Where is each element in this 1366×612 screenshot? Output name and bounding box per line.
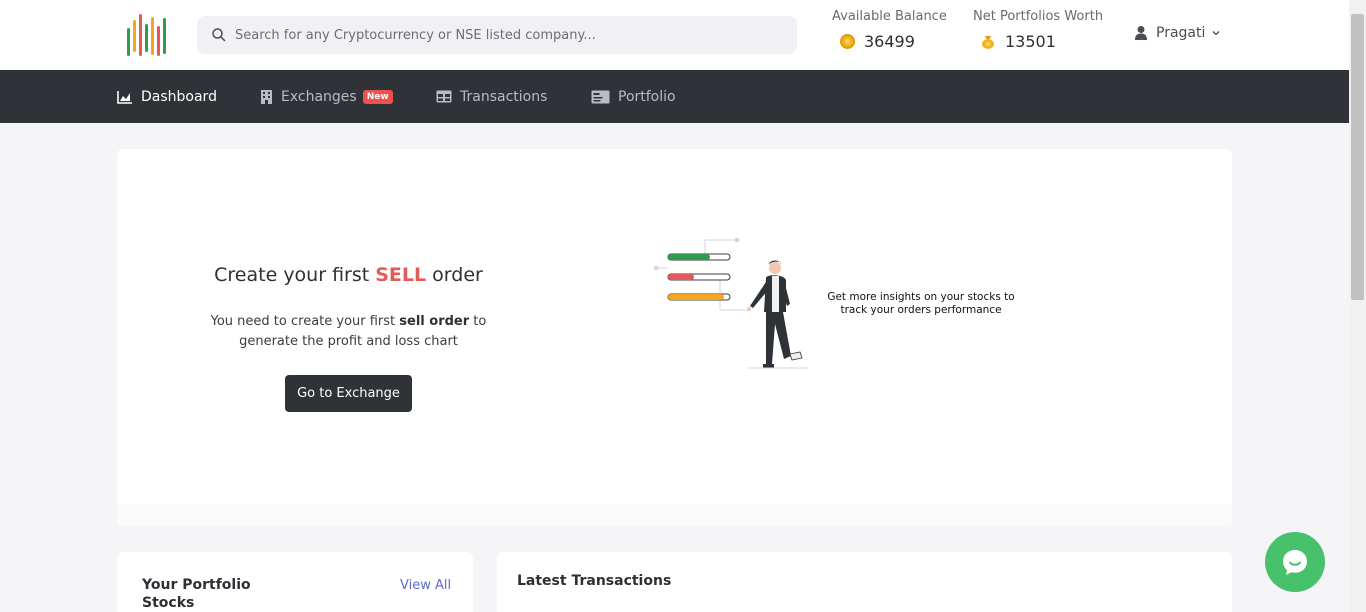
- nav-transactions[interactable]: Transactions: [436, 70, 547, 123]
- latest-transactions-card: Latest Transactions: [497, 552, 1232, 612]
- main-nav: Dashboard Exchanges New Transactions Por…: [0, 70, 1349, 123]
- insights-illustration: [653, 237, 808, 369]
- go-to-exchange-button[interactable]: Go to Exchange: [285, 375, 412, 412]
- user-menu[interactable]: Pragati: [1134, 25, 1221, 41]
- nav-dashboard-label: Dashboard: [141, 88, 217, 105]
- latest-transactions-title: Latest Transactions: [517, 573, 672, 589]
- table-icon: [436, 90, 452, 103]
- nav-portfolio[interactable]: Portfolio: [591, 70, 676, 123]
- insight-text: Get more insights on your stocks to trac…: [827, 291, 1015, 316]
- cta-text-prefix: You need to create your first: [210, 314, 400, 329]
- app-logo[interactable]: [126, 12, 172, 58]
- coin-icon: [840, 34, 855, 49]
- building-icon: [261, 90, 272, 104]
- available-balance: Available Balance 36499: [832, 9, 947, 51]
- user-icon: [1135, 26, 1147, 40]
- chat-button[interactable]: [1265, 532, 1325, 592]
- available-balance-label: Available Balance: [832, 9, 947, 24]
- chart-icon: [117, 90, 132, 104]
- cta-title-prefix: Create your first: [214, 264, 376, 286]
- cta-description: You need to create your first sell order…: [205, 312, 492, 352]
- net-worth-value: 13501: [1005, 32, 1056, 51]
- card-footer: [117, 504, 1232, 527]
- search-input[interactable]: [235, 16, 785, 54]
- money-icon: [591, 90, 610, 103]
- portfolio-stocks-title: Your Portfolio Stocks: [142, 577, 251, 611]
- nav-exchanges-label: Exchanges: [281, 88, 357, 105]
- cta-title: Create your first SELL order: [117, 264, 580, 286]
- available-balance-value: 36499: [864, 32, 915, 51]
- user-name: Pragati: [1156, 25, 1206, 41]
- net-portfolio-worth: Net Portfolios Worth 13501: [973, 9, 1103, 51]
- scrollbar-thumb[interactable]: [1351, 14, 1364, 300]
- cta-text-bold: sell order: [399, 314, 470, 329]
- top-header: Available Balance 36499 Net Portfolios W…: [0, 0, 1349, 70]
- net-worth-label: Net Portfolios Worth: [973, 9, 1104, 24]
- money-bag-icon: [982, 36, 994, 49]
- chevron-down-icon: [1212, 31, 1220, 36]
- page-scrollbar[interactable]: [1349, 0, 1366, 612]
- nav-transactions-label: Transactions: [460, 88, 548, 105]
- portfolio-stocks-card: Your Portfolio Stocks View All: [117, 552, 473, 612]
- search-icon: [212, 28, 226, 42]
- cta-title-highlight: SELL: [375, 264, 427, 286]
- nav-portfolio-label: Portfolio: [618, 88, 676, 105]
- nav-exchanges[interactable]: Exchanges New: [260, 70, 393, 123]
- view-all-link[interactable]: View All: [400, 578, 451, 593]
- chat-bubble-icon: [1283, 550, 1307, 575]
- cta-title-suffix: order: [426, 264, 483, 286]
- search-bar: [197, 16, 797, 54]
- new-badge: New: [362, 89, 393, 104]
- nav-dashboard[interactable]: Dashboard: [117, 70, 217, 123]
